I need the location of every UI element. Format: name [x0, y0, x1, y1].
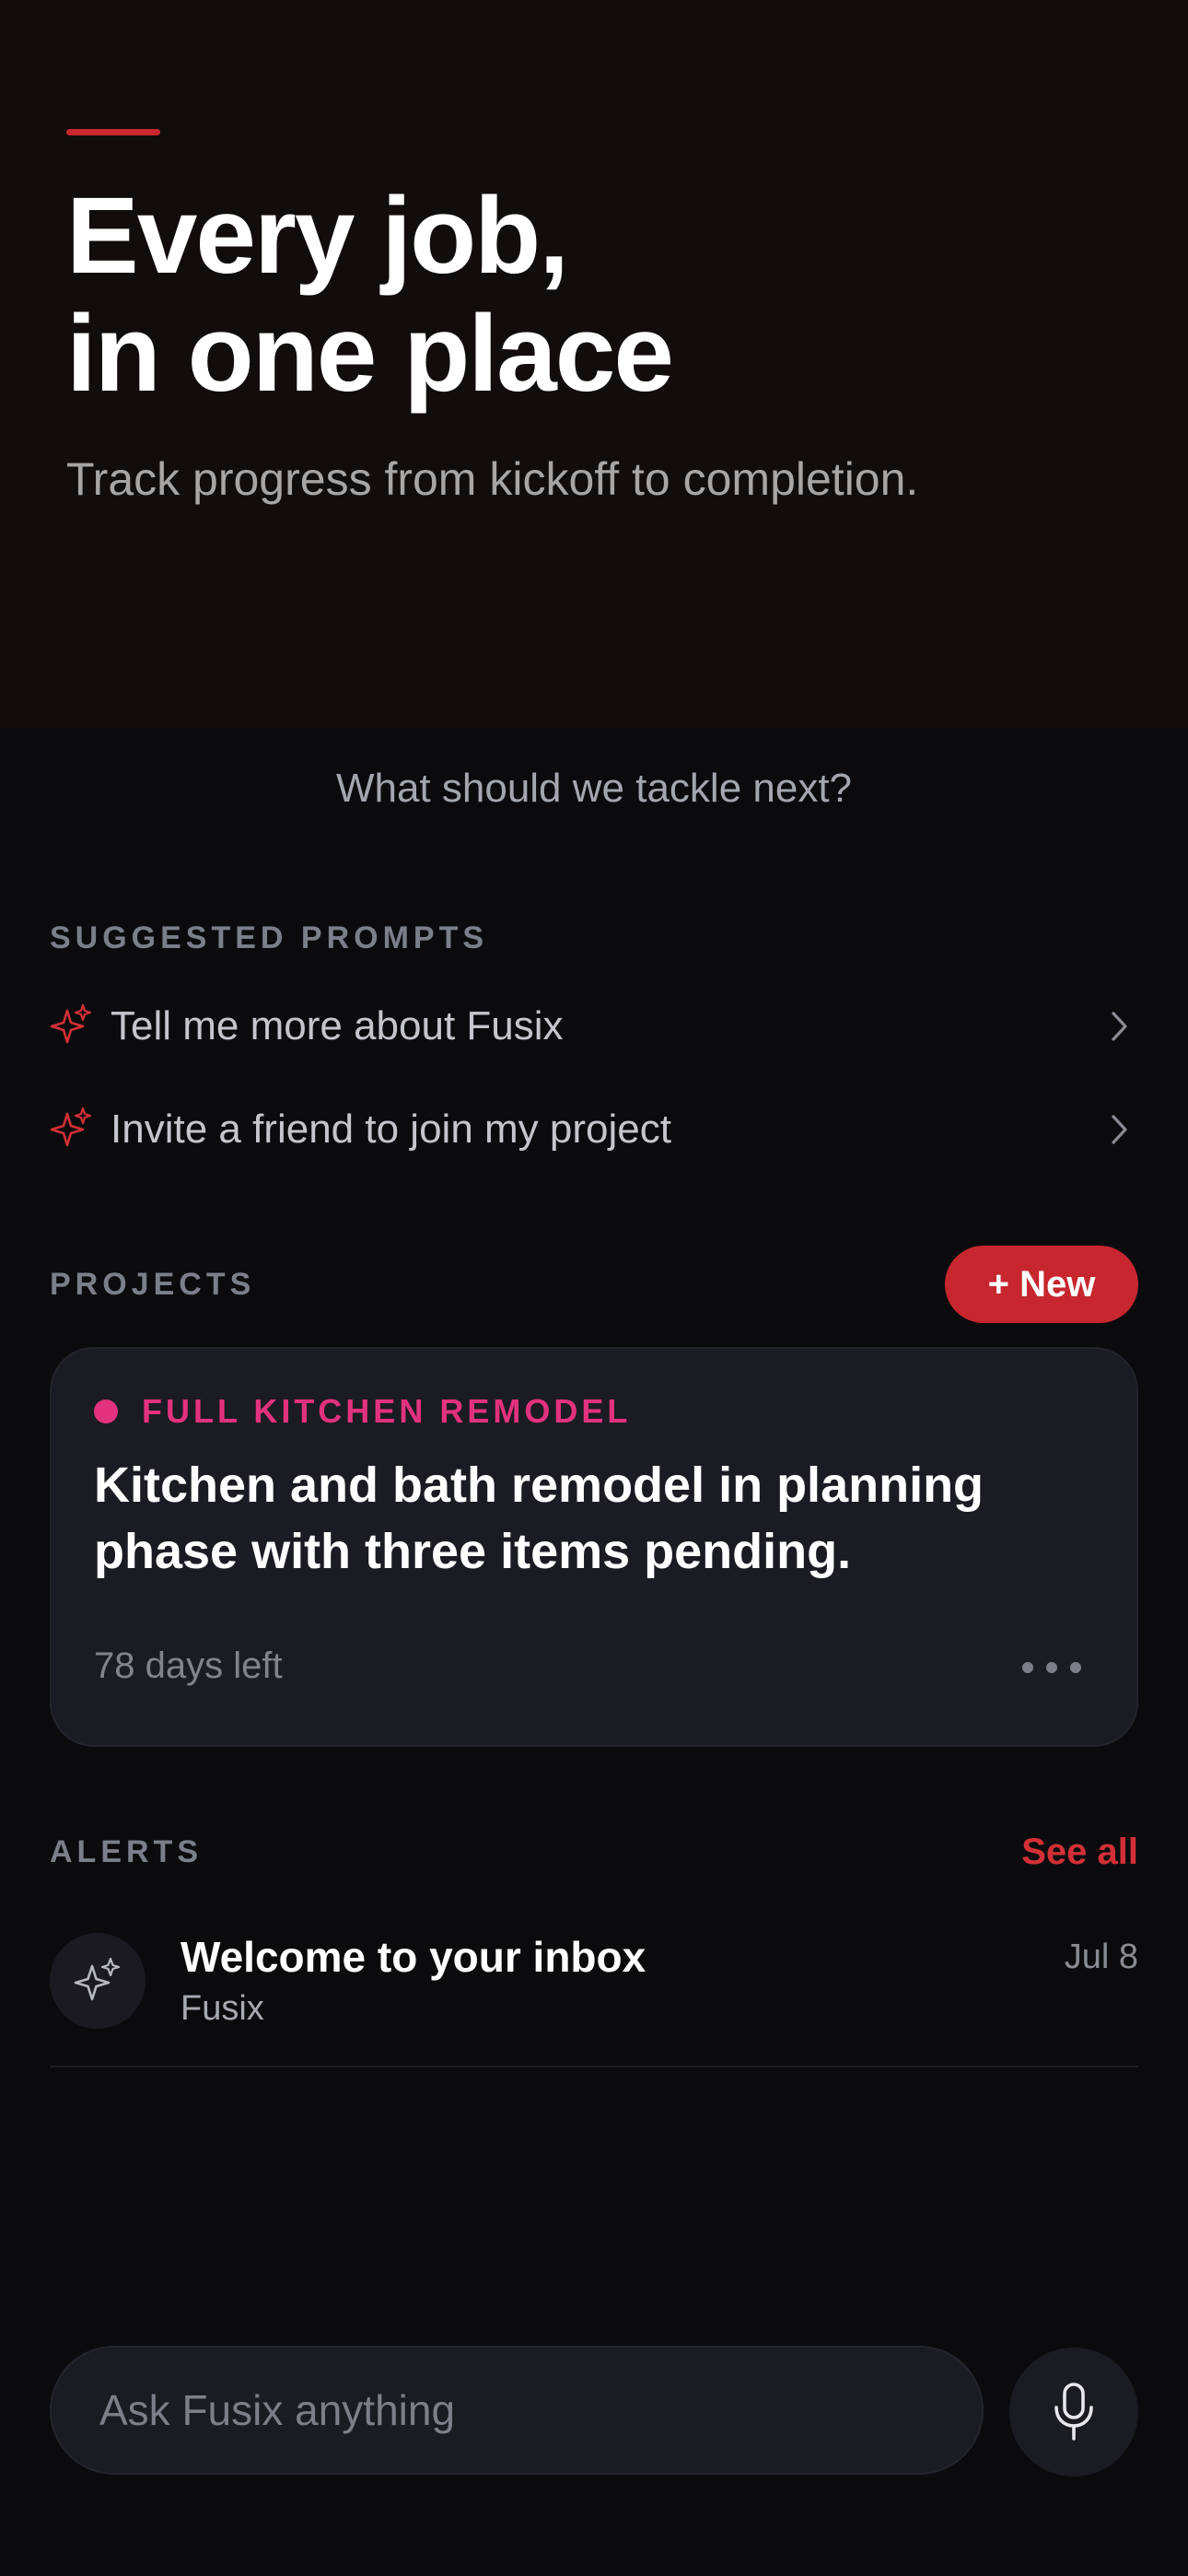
alert-title: Welcome to your inbox: [181, 1933, 646, 1981]
microphone-icon: [1054, 2383, 1093, 2441]
alert-avatar: [50, 1933, 146, 2029]
see-all-alerts-link[interactable]: See all: [995, 1830, 1138, 1874]
sparkle-icon: [50, 1107, 92, 1147]
sparkle-icon: [50, 1003, 92, 1044]
project-days-left: 78 days left: [94, 1645, 283, 1686]
divider: [50, 2066, 1138, 2067]
more-options-icon[interactable]: [1022, 1649, 1081, 1686]
new-project-button[interactable]: + New: [945, 1246, 1138, 1323]
hero-subtitle: Track progress from kickoff to completio…: [66, 453, 919, 505]
ask-input[interactable]: [50, 2346, 984, 2475]
chevron-right-icon: [1112, 1115, 1127, 1144]
prompt-label: Invite a friend to join my project: [111, 1107, 671, 1152]
hero-title: Every job, in one place: [66, 177, 1125, 413]
alert-date: Jul 8: [1064, 1938, 1138, 1976]
suggested-prompts-label: SUGGESTED PROMPTS: [50, 920, 489, 955]
sparkle-icon: [74, 1957, 121, 2001]
hero-title-line1: Every job,: [66, 175, 569, 297]
alert-item[interactable]: Welcome to your inbox Fusix Jul 8: [50, 1927, 1138, 2067]
hero-title-line2: in one place: [66, 293, 674, 415]
projects-label: PROJECTS: [50, 1267, 256, 1302]
project-tag: FULL KITCHEN REMODEL: [94, 1391, 631, 1432]
prompt-item-fusix[interactable]: Tell me more about Fusix: [50, 989, 1138, 1063]
chevron-right-icon: [1112, 1012, 1127, 1041]
project-description: Kitchen and bath remodel in planning pha…: [94, 1458, 984, 1579]
prompt-label: Tell me more about Fusix: [111, 1003, 564, 1048]
hero-section: Every job, in one place Track progress f…: [0, 0, 1188, 728]
project-card[interactable]: FULL KITCHEN REMODEL Kitchen and bath re…: [50, 1347, 1138, 1747]
hero-accent-bar: [66, 129, 160, 135]
status-dot: [94, 1399, 118, 1423]
project-tag-label: FULL KITCHEN REMODEL: [142, 1392, 632, 1430]
alerts-label: ALERTS: [50, 1834, 203, 1869]
alert-sender: Fusix: [181, 1989, 264, 2028]
tackle-prompt-heading: What should we tackle next?: [335, 766, 853, 811]
prompt-item-invite-friend[interactable]: Invite a friend to join my project: [50, 1093, 1138, 1166]
microphone-button[interactable]: [1009, 2348, 1138, 2476]
